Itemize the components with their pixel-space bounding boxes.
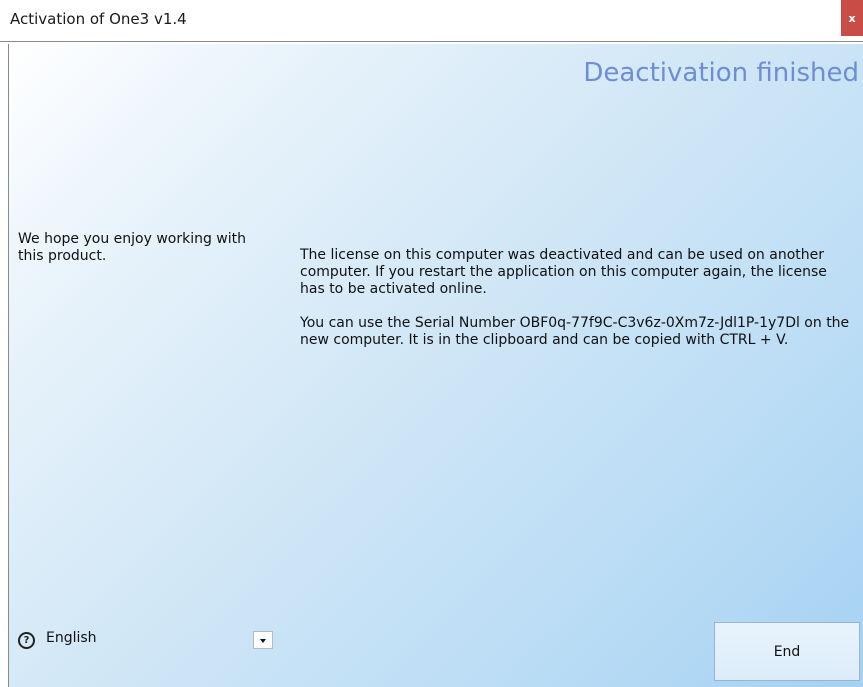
message-body: The license on this computer was deactiv… xyxy=(300,247,855,366)
dropdown-button[interactable] xyxy=(253,631,273,649)
language-select[interactable]: English xyxy=(45,625,273,651)
close-button[interactable]: x xyxy=(841,0,863,36)
info-text: We hope you enjoy working with this prod… xyxy=(18,231,247,264)
language-select-value: English xyxy=(46,630,97,646)
content-panel: Deactivation finished We hope you enjoy … xyxy=(8,44,863,687)
help-icon-glyph: ? xyxy=(23,635,30,646)
close-icon: x xyxy=(848,11,856,25)
activation-window: Activation of One3 v1.4 x Deactivation f… xyxy=(0,0,863,687)
deactivation-message: The license on this computer was deactiv… xyxy=(300,247,827,297)
help-icon[interactable]: ? xyxy=(18,632,35,649)
serial-number-message: You can use the Serial Number OBF0q-77f9… xyxy=(300,315,850,348)
page-title: Deactivation finished xyxy=(583,58,859,88)
end-button-label: End xyxy=(773,643,801,660)
window-title: Activation of One3 v1.4 xyxy=(10,10,187,28)
end-button[interactable]: End xyxy=(714,622,860,681)
title-bar: Activation of One3 v1.4 x xyxy=(0,0,863,42)
chevron-down-icon xyxy=(260,639,266,643)
